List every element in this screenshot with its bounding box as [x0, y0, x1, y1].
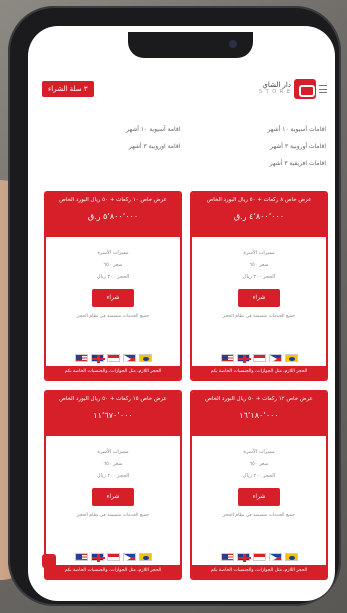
card-feature: مميزات الأسرة — [97, 250, 129, 256]
flag-us-icon — [74, 354, 88, 363]
card-title: عرض خاص ١٥ ركعات + ٥٠ ريال البورد الخاص — [59, 396, 167, 402]
info-section: اقامات أسيوية ١٠ أشهر اقامة آسيوية ١٠ أش… — [46, 121, 326, 172]
card-header: عرض خاص ٨ ركعات + ٥٠ ريال البورد الخاص ٤… — [192, 193, 326, 237]
flag-br-icon — [138, 354, 152, 363]
card-feature: مميزات الأسرة — [243, 449, 275, 455]
header-bar: ٣ سلة الشراء دار الشاي S T O R E — [28, 74, 335, 104]
card-feature: سعر ٦٥٠ — [103, 262, 123, 268]
flag-uk-icon — [90, 553, 105, 563]
info-row: اقامات افريقية ٣ أشهر — [46, 155, 326, 172]
flag-uk-icon — [236, 354, 251, 364]
card-note: جميع الخدمات متضمنة في نظام الحجز — [222, 314, 296, 319]
card-body: مميزات الأسرة سعر ٦٥٠ الحجز ٢٠٠ ريال شرا… — [46, 436, 180, 549]
card-feature: سعر ٦٥٠ — [249, 461, 269, 467]
card-feature: الحجز ٢٠٠ ريال — [96, 473, 130, 479]
card-feature: مميزات الأسرة — [97, 449, 129, 455]
buy-button[interactable]: شراء — [92, 488, 134, 506]
flag-ph-icon — [122, 354, 136, 364]
info-item: اقامة آسيوية ١٠ أشهر — [126, 126, 181, 133]
cart-button[interactable]: ٣ سلة الشراء — [42, 81, 94, 97]
info-item: اقامات أسيوية ١٠ أشهر — [267, 126, 327, 133]
card-title: عرض خاص ١٠ ركعات + ٥٠ ريال البورد الخاص — [59, 197, 167, 203]
flag-row — [192, 350, 326, 366]
buy-button[interactable]: شراء — [238, 488, 280, 506]
flag-id-icon — [106, 354, 120, 363]
card-footer: الحجز اللازم، مثل الجوازات، والجنسيات ال… — [46, 366, 180, 379]
logo-icon — [294, 79, 316, 99]
package-card-4: عرض خاص ١٢ ركعات + ٥٠ ريال البورد الخاص … — [190, 390, 328, 580]
card-price: ١٦٬١٨٠٬٠٠٠ — [239, 410, 279, 420]
card-note: جميع الخدمات متضمنة في نظام الحجز — [76, 314, 150, 319]
flag-uk-icon — [236, 553, 251, 563]
package-card-1: عرض خاص ١٠ ركعات + ٥٠ ريال البورد الخاص … — [44, 191, 182, 381]
info-item: اقامة اوروبية ٣ أشهر — [128, 143, 181, 150]
hamburger-icon[interactable] — [319, 85, 327, 93]
card-footer: الحجز اللازم، مثل الجوازات، والجنسيات ال… — [46, 565, 180, 578]
package-card-2: عرض خاص ٨ ركعات + ٥٠ ريال البورد الخاص ٤… — [190, 191, 328, 381]
phone-screen: ٣ سلة الشراء دار الشاي S T O R E اقامات … — [28, 26, 335, 601]
brand-sub: S T O R E — [258, 89, 291, 96]
flag-us-icon — [220, 553, 234, 562]
card-price: ٤٬٨٠٠٬٠٠٠ ر.ق — [233, 211, 285, 221]
flag-us-icon — [220, 354, 234, 363]
info-item — [46, 155, 180, 172]
phone-frame: ٣ سلة الشراء دار الشاي S T O R E اقامات … — [8, 6, 341, 606]
info-item: اقامات افريقية ٣ أشهر — [269, 160, 326, 167]
card-header: عرض خاص ١٥ ركعات + ٥٠ ريال البورد الخاص … — [46, 392, 180, 436]
card-note: جميع الخدمات متضمنة في نظام الحجز — [222, 513, 296, 518]
card-title: عرض خاص ٨ ركعات + ٥٠ ريال البورد الخاص — [206, 197, 312, 203]
chat-icon[interactable] — [42, 554, 56, 568]
card-feature: الحجز ٢٠٠ ريال — [242, 274, 276, 280]
card-body: مميزات الأسرة سعر ٦٥٠ الحجز ٢٠٠ ريال شرا… — [46, 237, 180, 350]
flag-row — [46, 350, 180, 366]
card-price: ١١٬٦٧٠٬٠٠٠ — [93, 410, 133, 420]
flag-br-icon — [284, 354, 298, 363]
card-body: مميزات الأسرة سعر ٦٥٠ الحجز ٢٠٠ ريال شرا… — [192, 237, 326, 350]
card-title: عرض خاص ١٢ ركعات + ٥٠ ريال البورد الخاص — [205, 396, 313, 402]
phone-notch — [128, 32, 253, 58]
flag-br-icon — [284, 553, 298, 562]
camera-icon — [229, 40, 237, 48]
card-footer: الحجز اللازم، مثل الجوازات، والجنسيات ال… — [192, 366, 326, 379]
brand-text: دار الشاي S T O R E — [259, 82, 291, 95]
package-card-3: عرض خاص ١٥ ركعات + ٥٠ ريال البورد الخاص … — [44, 390, 182, 580]
card-header: عرض خاص ١٠ ركعات + ٥٠ ريال البورد الخاص … — [46, 193, 180, 237]
brand[interactable]: دار الشاي S T O R E — [259, 79, 327, 99]
card-note: جميع الخدمات متضمنة في نظام الحجز — [76, 513, 150, 518]
card-feature: الحجز ٢٠٠ ريال — [96, 274, 130, 280]
flag-ph-icon — [268, 553, 282, 563]
flag-us-icon — [74, 553, 88, 562]
flag-row — [192, 549, 326, 565]
flag-uk-icon — [90, 354, 105, 364]
flag-id-icon — [252, 354, 266, 363]
flag-row — [46, 549, 180, 565]
card-body: مميزات الأسرة سعر ٦٥٠ الحجز ٢٠٠ ريال شرا… — [192, 436, 326, 549]
flag-ph-icon — [122, 553, 136, 563]
info-row: اقامات أوروبية ٣ أشهر اقامة اوروبية ٣ أش… — [46, 138, 326, 155]
flag-ph-icon — [268, 354, 282, 364]
card-footer: الحجز اللازم، مثل الجوازات، والجنسيات ال… — [192, 565, 326, 578]
buy-button[interactable]: شراء — [238, 289, 280, 307]
flag-br-icon — [138, 553, 152, 562]
card-feature: سعر ٦٥٠ — [249, 262, 269, 268]
flag-id-icon — [252, 553, 266, 562]
card-price: ٥٬٨٠٠٬٠٠٠ ر.ق — [87, 211, 139, 221]
info-item: اقامات أوروبية ٣ أشهر — [270, 143, 326, 150]
card-header: عرض خاص ١٢ ركعات + ٥٠ ريال البورد الخاص … — [192, 392, 326, 436]
card-feature: مميزات الأسرة — [243, 250, 275, 256]
card-feature: سعر ٦٥٠ — [103, 461, 123, 467]
flag-id-icon — [106, 553, 120, 562]
info-row: اقامات أسيوية ١٠ أشهر اقامة آسيوية ١٠ أش… — [46, 121, 326, 138]
card-feature: الحجز ٢٠٠ ريال — [242, 473, 276, 479]
package-cards: عرض خاص ١٠ ركعات + ٥٠ ريال البورد الخاص … — [44, 191, 328, 580]
buy-button[interactable]: شراء — [92, 289, 134, 307]
